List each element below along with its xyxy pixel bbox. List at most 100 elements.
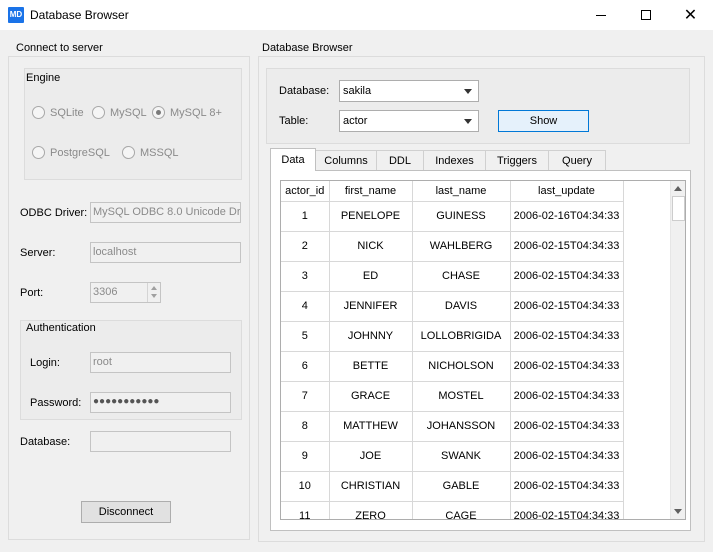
cell[interactable]: 2006-02-16T04:34:33 <box>510 201 624 232</box>
cell[interactable]: 2006-02-15T04:34:33 <box>510 441 624 472</box>
cell[interactable]: DAVIS <box>412 291 511 322</box>
tab-data[interactable]: Data <box>270 148 316 171</box>
cell[interactable]: 2006-02-15T04:34:33 <box>510 351 624 382</box>
cell[interactable]: GUINESS <box>412 201 511 232</box>
window-title: Database Browser <box>30 8 129 22</box>
cell[interactable]: BETTE <box>329 351 413 382</box>
disconnect-button[interactable]: Disconnect <box>81 501 171 523</box>
cell[interactable]: LOLLOBRIGIDA <box>412 321 511 352</box>
tab-query[interactable]: Query <box>548 150 606 171</box>
spin-down-icon[interactable] <box>151 294 157 298</box>
cell[interactable]: JOHNNY <box>329 321 413 352</box>
table-row[interactable]: 10 CHRISTIAN GABLE 2006-02-15T04:34:33 <box>281 471 624 502</box>
cell[interactable]: GABLE <box>412 471 511 502</box>
cell[interactable]: 5 <box>281 321 330 352</box>
cell[interactable]: 7 <box>281 381 330 412</box>
cell[interactable]: MOSTEL <box>412 381 511 412</box>
table-row[interactable]: 8 MATTHEW JOHANSSON 2006-02-15T04:34:33 <box>281 411 624 442</box>
tab-indexes[interactable]: Indexes <box>423 150 486 171</box>
close-button[interactable]: ✕ <box>668 0 713 30</box>
odbc-driver-field[interactable]: MySQL ODBC 8.0 Unicode Driver <box>90 202 241 223</box>
table-row[interactable]: 3 ED CHASE 2006-02-15T04:34:33 <box>281 261 624 292</box>
scroll-down-icon[interactable] <box>674 509 682 514</box>
table-row[interactable]: 9 JOE SWANK 2006-02-15T04:34:33 <box>281 441 624 472</box>
radio-mssql[interactable]: MSSQL <box>122 146 179 159</box>
title-bar: MD Database Browser ✕ <box>0 0 713 30</box>
table-combo-value: actor <box>343 115 368 127</box>
cell[interactable]: JENNIFER <box>329 291 413 322</box>
cell[interactable]: 2006-02-15T04:34:33 <box>510 291 624 322</box>
cell[interactable]: PENELOPE <box>329 201 413 232</box>
cell[interactable]: 3 <box>281 261 330 292</box>
cell[interactable]: WAHLBERG <box>412 231 511 262</box>
maximize-icon <box>640 10 651 20</box>
table-row[interactable]: 11 ZERO CAGE 2006-02-15T04:34:33 <box>281 501 624 519</box>
cell[interactable]: 2006-02-15T04:34:33 <box>510 471 624 502</box>
scroll-up-icon[interactable] <box>674 186 682 191</box>
port-spin-buttons[interactable] <box>147 283 160 302</box>
tab-columns[interactable]: Columns <box>315 150 377 171</box>
radio-postgresql[interactable]: PostgreSQL <box>32 146 110 159</box>
scroll-thumb[interactable] <box>672 196 685 221</box>
cell[interactable]: SWANK <box>412 441 511 472</box>
cell[interactable]: 8 <box>281 411 330 442</box>
cell[interactable]: 11 <box>281 501 330 519</box>
cell[interactable]: MATTHEW <box>329 411 413 442</box>
login-field[interactable]: root <box>90 352 231 373</box>
radio-circle <box>92 106 105 119</box>
cell[interactable]: NICK <box>329 231 413 262</box>
table-row[interactable]: 6 BETTE NICHOLSON 2006-02-15T04:34:33 <box>281 351 624 382</box>
cell[interactable]: JOE <box>329 441 413 472</box>
table-row[interactable]: 2 NICK WAHLBERG 2006-02-15T04:34:33 <box>281 231 624 262</box>
cell[interactable]: CHRISTIAN <box>329 471 413 502</box>
cell[interactable]: 2 <box>281 231 330 262</box>
radio-mysql8[interactable]: MySQL 8+ <box>152 106 222 119</box>
spin-up-icon[interactable] <box>151 286 157 290</box>
table-row[interactable]: 1 PENELOPE GUINESS 2006-02-16T04:34:33 <box>281 201 624 232</box>
database-combo-value: sakila <box>343 85 372 97</box>
authentication-group-title: Authentication <box>26 322 96 334</box>
column-header-first-name[interactable]: first_name <box>329 181 413 202</box>
cell[interactable]: 2006-02-15T04:34:33 <box>510 321 624 352</box>
radio-mysql[interactable]: MySQL <box>92 106 147 119</box>
cell[interactable]: 2006-02-15T04:34:33 <box>510 261 624 292</box>
tab-ddl[interactable]: DDL <box>376 150 424 171</box>
password-field[interactable]: ●●●●●●●●●●● <box>90 392 231 413</box>
browser-section-title: Database Browser <box>262 42 353 54</box>
table-row[interactable]: 7 GRACE MOSTEL 2006-02-15T04:34:33 <box>281 381 624 412</box>
tab-triggers[interactable]: Triggers <box>485 150 549 171</box>
database-field[interactable] <box>90 431 231 452</box>
password-label: Password: <box>30 397 82 409</box>
column-header-last-update[interactable]: last_update <box>510 181 624 202</box>
cell[interactable]: 2006-02-15T04:34:33 <box>510 501 624 519</box>
cell[interactable]: 10 <box>281 471 330 502</box>
cell[interactable]: NICHOLSON <box>412 351 511 382</box>
table-row[interactable]: 5 JOHNNY LOLLOBRIGIDA 2006-02-15T04:34:33 <box>281 321 624 352</box>
cell[interactable]: 4 <box>281 291 330 322</box>
cell[interactable]: 9 <box>281 441 330 472</box>
cell[interactable]: GRACE <box>329 381 413 412</box>
radio-sqlite[interactable]: SQLite <box>32 106 84 119</box>
cell[interactable]: 2006-02-15T04:34:33 <box>510 381 624 412</box>
server-field[interactable]: localhost <box>90 242 241 263</box>
cell[interactable]: ZERO <box>329 501 413 519</box>
cell[interactable]: CHASE <box>412 261 511 292</box>
cell[interactable]: 6 <box>281 351 330 382</box>
maximize-button[interactable] <box>623 0 668 30</box>
cell[interactable]: 1 <box>281 201 330 232</box>
column-header-last-name[interactable]: last_name <box>412 181 511 202</box>
column-header-actor-id[interactable]: actor_id <box>281 181 330 202</box>
database-combo[interactable]: sakila <box>339 80 479 102</box>
data-grid[interactable]: actor_id first_name last_name last_updat… <box>280 180 686 520</box>
cell[interactable]: CAGE <box>412 501 511 519</box>
table-combo[interactable]: actor <box>339 110 479 132</box>
cell[interactable]: JOHANSSON <box>412 411 511 442</box>
cell[interactable]: 2006-02-15T04:34:33 <box>510 231 624 262</box>
table-row[interactable]: 4 JENNIFER DAVIS 2006-02-15T04:34:33 <box>281 291 624 322</box>
grid-vertical-scrollbar[interactable] <box>670 181 685 519</box>
cell[interactable]: ED <box>329 261 413 292</box>
minimize-button[interactable] <box>578 0 623 30</box>
port-spinbox[interactable]: 3306 <box>90 282 161 303</box>
cell[interactable]: 2006-02-15T04:34:33 <box>510 411 624 442</box>
show-button[interactable]: Show <box>498 110 589 132</box>
